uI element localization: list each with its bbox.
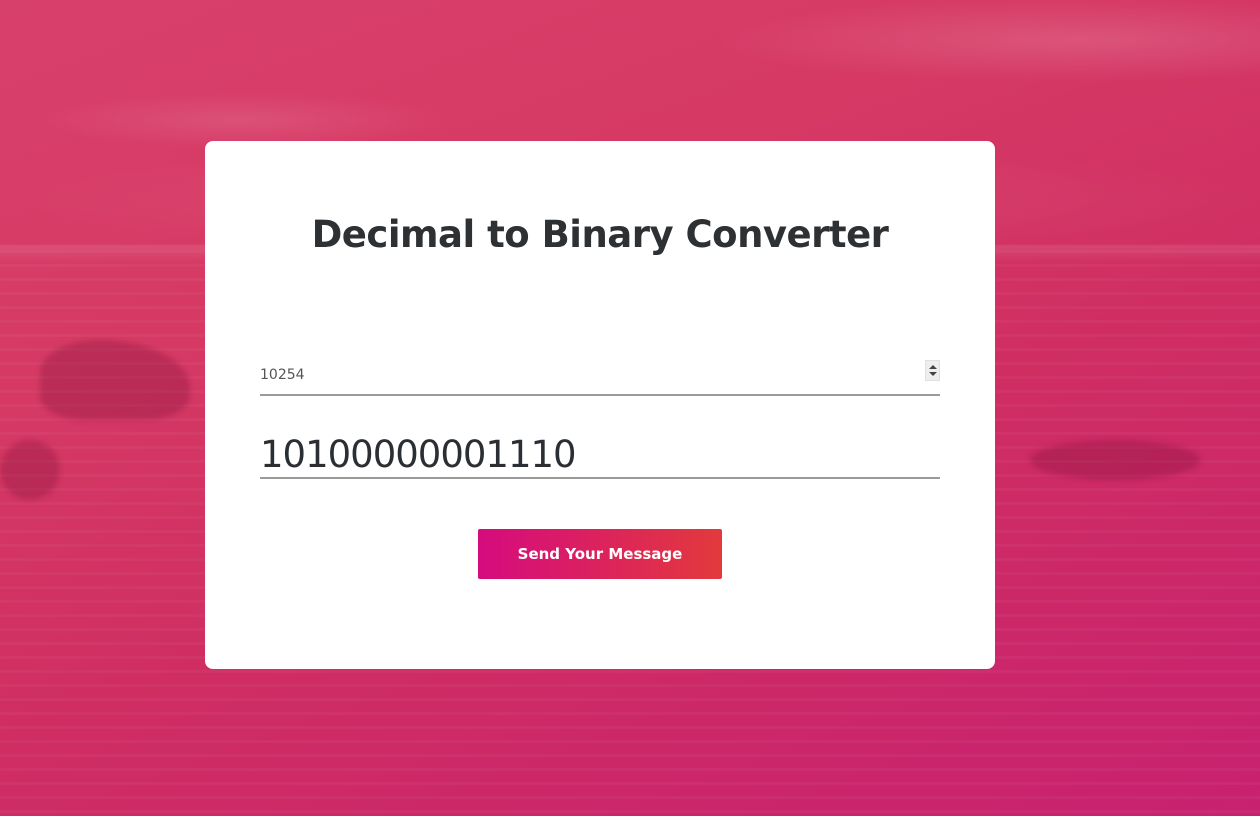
spin-down-icon[interactable]: [929, 372, 937, 376]
converter-card: Decimal to Binary Converter 101000000011…: [205, 141, 995, 669]
background-rock: [0, 440, 60, 500]
decimal-field: [260, 358, 940, 396]
binary-result-field: 10100000001110: [260, 434, 940, 479]
background-rock: [1030, 440, 1200, 480]
decimal-input[interactable]: [260, 363, 900, 387]
spin-up-icon[interactable]: [929, 365, 937, 369]
page-title: Decimal to Binary Converter: [311, 213, 889, 256]
send-message-button[interactable]: Send Your Message: [478, 529, 722, 579]
spinner-arrows-icon[interactable]: [925, 360, 940, 381]
binary-result: 10100000001110: [260, 433, 577, 476]
